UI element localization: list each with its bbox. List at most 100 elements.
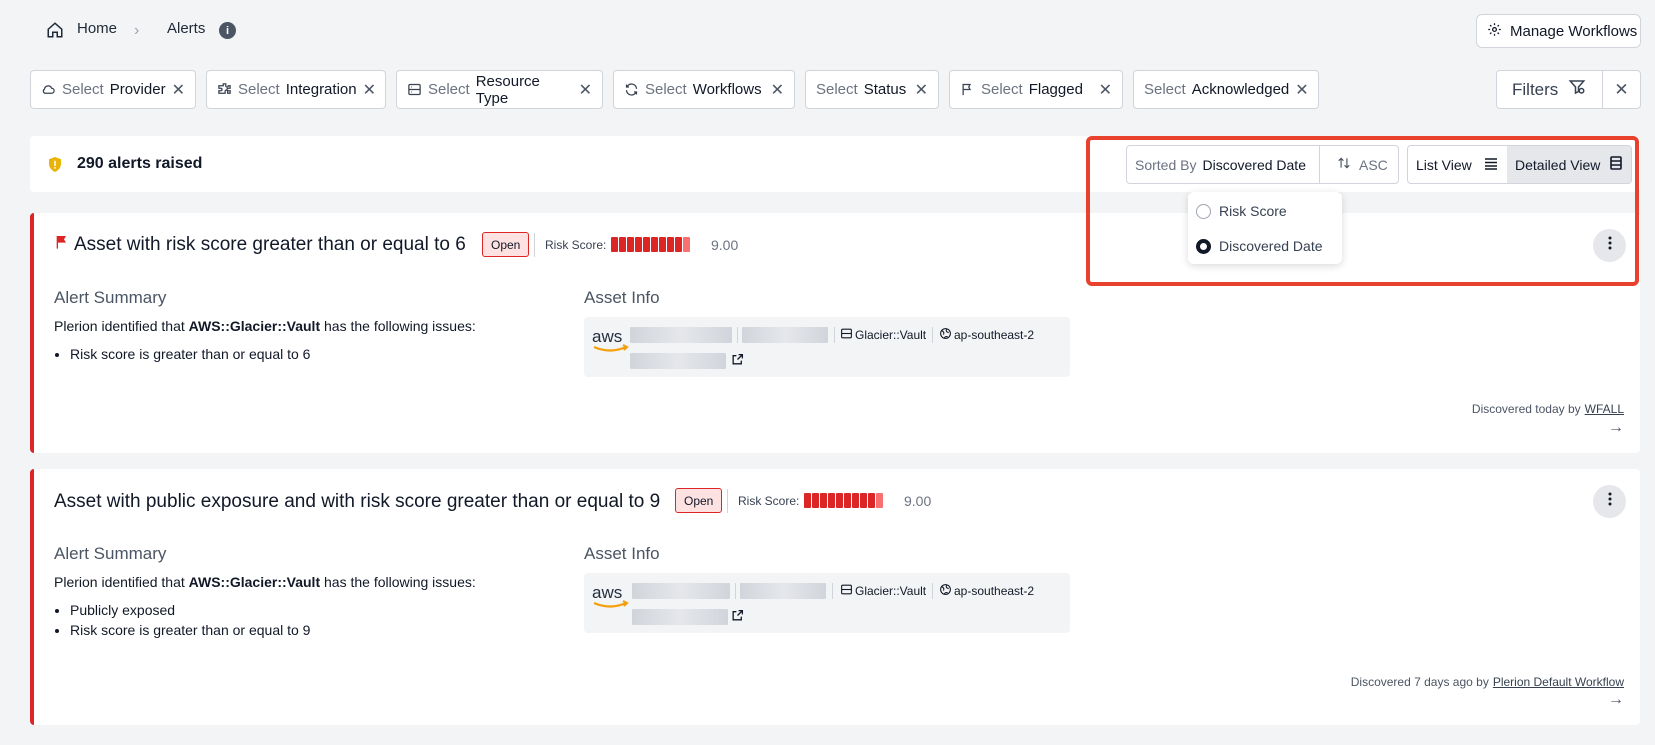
- divider: [727, 489, 728, 513]
- asset-info-box: aws Glacier::Vault ap-southeast-2: [584, 317, 1070, 377]
- resource-type-tag: Glacier::Vault: [840, 327, 926, 343]
- risk-segment: [876, 493, 883, 508]
- summary-suffix: has the following issues:: [320, 574, 476, 590]
- filters-button[interactable]: Filters: [1496, 70, 1603, 109]
- redacted-asset-name: [630, 327, 732, 343]
- risk-segment: [667, 237, 674, 252]
- close-icon[interactable]: ✕: [771, 80, 784, 100]
- sort-option-label: Discovered Date: [1219, 238, 1323, 254]
- filter-status[interactable]: Select Status ✕: [805, 70, 939, 109]
- filter-resource-type[interactable]: Select Resource Type ✕: [396, 70, 603, 109]
- filter-workflows[interactable]: Select Workflows ✕: [613, 70, 795, 109]
- sort-value[interactable]: Discovered Date: [1202, 157, 1306, 173]
- filter-flagged[interactable]: Select Flagged ✕: [949, 70, 1123, 109]
- view-toggle: List View Detailed View: [1407, 145, 1632, 184]
- issue-item: Risk score is greater than or equal to 9: [70, 622, 310, 642]
- workflow-link[interactable]: Plerion Default Workflow: [1493, 675, 1624, 689]
- manage-workflows-button[interactable]: Manage Workflows: [1476, 14, 1641, 48]
- risk-segment: [860, 493, 867, 508]
- alert-title-text: Asset with public exposure and with risk…: [54, 491, 661, 512]
- more-options-button[interactable]: [1593, 229, 1626, 262]
- risk-segment: [651, 237, 658, 252]
- close-icon[interactable]: ✕: [915, 80, 928, 100]
- risk-segment: [820, 493, 827, 508]
- sort-selector[interactable]: Sorted By Discovered Date ASC: [1126, 145, 1399, 184]
- flag-icon: [960, 82, 975, 97]
- close-icon[interactable]: ✕: [172, 80, 185, 100]
- resource-type-tag: Glacier::Vault: [840, 583, 926, 599]
- alert-title[interactable]: Asset with risk score greater than or eq…: [54, 234, 466, 256]
- alert-summary-text: Plerion identified that AWS::Glacier::Va…: [54, 318, 476, 334]
- alert-title[interactable]: Asset with public exposure and with risk…: [54, 491, 660, 513]
- external-link-icon[interactable]: [731, 609, 744, 627]
- cloud-icon: [41, 82, 56, 97]
- filter-label: Flagged: [1028, 81, 1083, 98]
- sort-option-risk-score[interactable]: Risk Score: [1196, 203, 1287, 219]
- filter-provider[interactable]: Select Provider ✕: [30, 70, 196, 109]
- divider: [932, 583, 933, 599]
- globe-icon: [939, 583, 952, 599]
- discovered-info: Discovered 7 days ago by Plerion Default …: [1351, 675, 1624, 689]
- status-badge: Open: [482, 232, 530, 257]
- breadcrumb-alerts: Alerts: [167, 20, 206, 37]
- divider: [834, 327, 835, 343]
- clear-filters-button[interactable]: ✕: [1602, 70, 1641, 109]
- sort-options-dropdown: Risk Score Discovered Date: [1188, 192, 1342, 264]
- alert-card[interactable]: Asset with public exposure and with risk…: [30, 469, 1640, 725]
- list-icon: [1484, 157, 1498, 173]
- risk-score-label: Risk Score:: [545, 238, 607, 252]
- radio-checked[interactable]: [1196, 238, 1211, 254]
- summary-prefix: Plerion identified that: [54, 574, 189, 590]
- issue-item: Risk score is greater than or equal to 6: [70, 346, 310, 366]
- filter-acknowledged[interactable]: Select Acknowledged ✕: [1133, 70, 1319, 109]
- svg-text:aws: aws: [592, 583, 622, 602]
- radio-unchecked[interactable]: [1196, 203, 1211, 219]
- alert-summary-heading: Alert Summary: [54, 544, 167, 563]
- list-view-button[interactable]: List View: [1408, 146, 1507, 183]
- sort-arrows-icon: [1337, 156, 1351, 173]
- redacted-asset-id: [630, 353, 726, 369]
- workflow-link[interactable]: WFALL: [1585, 402, 1624, 416]
- risk-segment: [643, 237, 650, 252]
- alert-summary-text: Plerion identified that AWS::Glacier::Va…: [54, 574, 476, 590]
- close-icon[interactable]: ✕: [1295, 80, 1308, 100]
- home-icon[interactable]: [46, 21, 64, 44]
- filter-label: Workflows: [692, 81, 762, 98]
- close-icon[interactable]: ✕: [579, 80, 592, 100]
- status-badge: Open: [675, 488, 723, 513]
- divider: [737, 327, 738, 343]
- server-icon: [407, 82, 422, 97]
- discovered-text: Discovered 7 days ago by: [1350, 675, 1489, 689]
- server-icon: [840, 583, 853, 599]
- sort-direction-toggle[interactable]: ASC: [1337, 156, 1388, 173]
- risk-segment: [659, 237, 666, 252]
- risk-segment: [836, 493, 843, 508]
- sort-label: Sorted By: [1135, 156, 1197, 173]
- issue-item: Publicly exposed: [70, 602, 310, 622]
- filter-integration[interactable]: Select Integration ✕: [206, 70, 386, 109]
- issue-list: Risk score is greater than or equal to 6: [70, 346, 310, 366]
- summary-asset: AWS::Glacier::Vault: [188, 574, 321, 590]
- breadcrumb-home[interactable]: Home: [77, 20, 117, 37]
- alert-title-text: Asset with risk score greater than or eq…: [74, 234, 466, 255]
- risk-segment: [828, 493, 835, 508]
- arrow-right-icon[interactable]: →: [1608, 691, 1624, 709]
- sort-option-label: Risk Score: [1219, 203, 1287, 219]
- filters-label: Filters: [1512, 79, 1559, 99]
- risk-segment: [627, 237, 634, 252]
- risk-segment: [675, 237, 682, 252]
- close-icon[interactable]: ✕: [363, 80, 376, 100]
- globe-icon: [939, 327, 952, 343]
- top-bar: Home › Alerts i Manage Workflows: [0, 0, 1655, 62]
- detailed-view-button[interactable]: Detailed View: [1507, 146, 1631, 183]
- risk-segment: [683, 237, 690, 252]
- info-icon[interactable]: i: [219, 22, 236, 39]
- discovered-info: Discovered today by WFALL: [1472, 402, 1624, 416]
- vertical-dots-icon: [1608, 492, 1612, 511]
- close-icon[interactable]: ✕: [1099, 80, 1112, 100]
- sort-option-discovered-date[interactable]: Discovered Date: [1196, 238, 1323, 254]
- more-options-button[interactable]: [1593, 485, 1626, 518]
- alert-card[interactable]: Asset with risk score greater than or eq…: [30, 213, 1640, 453]
- arrow-right-icon[interactable]: →: [1608, 419, 1624, 437]
- external-link-icon[interactable]: [731, 353, 744, 371]
